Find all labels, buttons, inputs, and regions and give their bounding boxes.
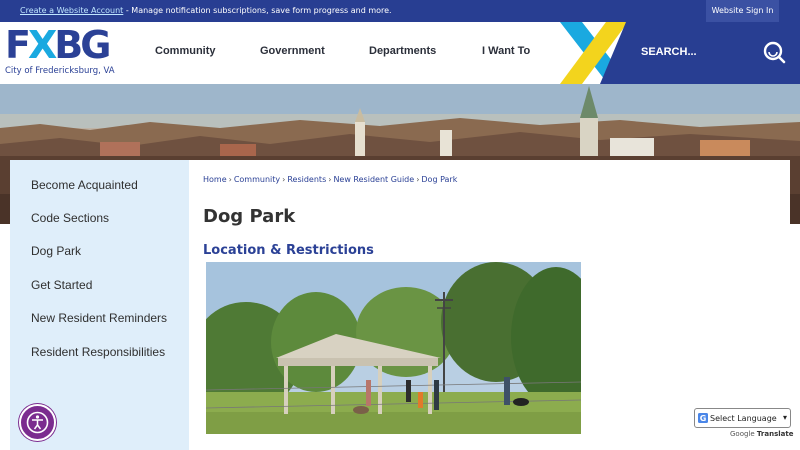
top-notification-bar: Create a Website Account - Manage notifi… [0,0,800,22]
logo-subtitle: City of Fredericksburg, VA [5,66,115,76]
dog-park-photo [206,262,581,434]
chevron-down-icon: ▾ [782,413,787,422]
page-title: Dog Park [203,206,296,227]
language-select-label: Select Language [710,414,777,423]
nav-government[interactable]: Government [260,45,325,57]
google-g-icon: G [698,413,708,423]
nav-departments[interactable]: Departments [369,45,436,57]
main-content: Home › Community › Residents › New Resident Gu… [189,160,790,450]
website-sign-in-button[interactable]: Website Sign In [706,0,779,22]
breadcrumb-residents[interactable]: Residents [287,175,326,184]
nav-i-want-to[interactable]: I Want To [482,45,530,57]
create-account-link[interactable]: Create a Website Account [20,6,123,15]
accessibility-button[interactable] [19,404,56,441]
sidebar-item-become-acquainted[interactable]: Become Acquainted [31,178,138,192]
google-translate-attribution[interactable]: Google Translate [730,430,793,438]
breadcrumb-home[interactable]: Home [203,175,227,184]
section-heading: Location & Restrictions [203,243,374,258]
site-header: FXBG City of Fredericksburg, VA Communit… [0,22,800,84]
sidebar-item-dog-park[interactable]: Dog Park [31,244,81,258]
nav-community[interactable]: Community [155,45,216,57]
search-icon[interactable] [762,40,786,64]
account-message: Create a Website Account - Manage notifi… [20,6,392,15]
breadcrumb-new-resident-guide[interactable]: New Resident Guide [333,175,414,184]
powered-by-google: Google [730,430,755,438]
sidebar-item-get-started[interactable]: Get Started [31,278,92,292]
breadcrumb: Home › Community › Residents › New Resident Gu… [203,175,458,184]
breadcrumb-dog-park[interactable]: Dog Park [421,175,457,184]
svg-text:G: G [700,414,707,423]
translate-label: Translate [756,430,794,438]
account-message-text: - Manage notification subscriptions, sav… [123,6,392,15]
search-input[interactable]: SEARCH... [641,46,697,58]
sidebar-item-new-resident-reminders[interactable]: New Resident Reminders [31,311,167,325]
city-logo[interactable]: FXBG City of Fredericksburg, VA [5,25,125,80]
sidebar-item-code-sections[interactable]: Code Sections [31,211,109,225]
breadcrumb-community[interactable]: Community [234,175,280,184]
sidebar-item-resident-responsibilities[interactable]: Resident Responsibilities [31,345,165,359]
language-select[interactable]: G Select Language ▾ [694,408,791,428]
logo-wordmark: FXBG [5,23,111,67]
accessibility-icon [26,411,49,434]
